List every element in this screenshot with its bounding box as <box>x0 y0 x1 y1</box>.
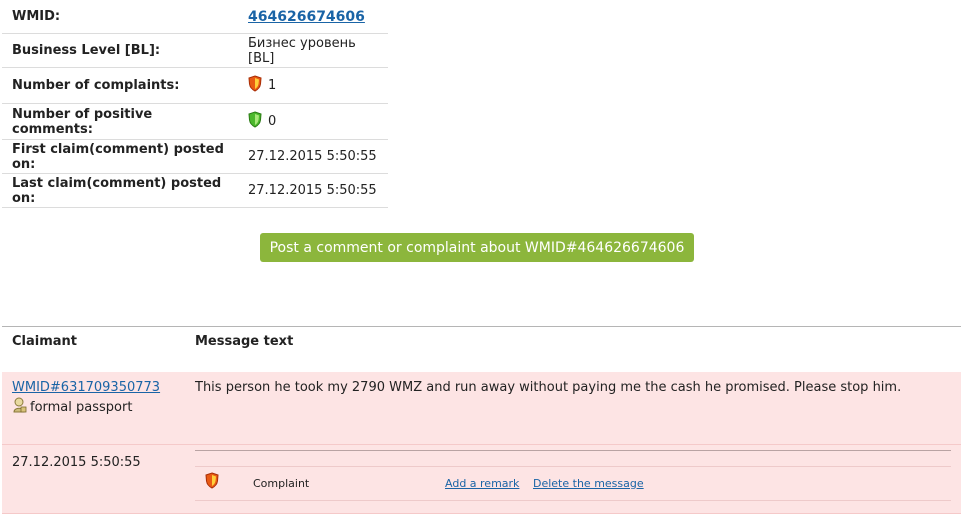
first-label: First claim(comment) posted on: <box>2 139 238 174</box>
message-text: This person he took my 2790 WMZ and run … <box>195 380 902 395</box>
info-row-first: First claim(comment) posted on: 27.12.20… <box>2 139 388 174</box>
bl-value: Бизнес уровень [BL] <box>238 33 388 68</box>
post-comment-button[interactable]: Post a comment or complaint about WMID#4… <box>260 233 694 262</box>
meta-divider-bottom <box>195 500 951 501</box>
red-shield-icon <box>248 75 262 96</box>
info-row-positive: Number of positive comments: 0 <box>2 103 388 140</box>
claim-date: 27.12.2015 5:50:55 <box>12 455 141 470</box>
meta-divider-top <box>195 450 951 451</box>
claimant-header: Claimant <box>12 334 78 349</box>
claim-type-label: Complaint <box>253 477 310 490</box>
bl-label: Business Level [BL]: <box>2 33 238 68</box>
passport-info: formal passport <box>12 397 132 417</box>
complaints-label: Number of complaints: <box>2 67 238 104</box>
green-shield-icon <box>248 111 262 132</box>
first-value: 27.12.2015 5:50:55 <box>238 139 388 174</box>
positive-label: Number of positive comments: <box>2 103 238 140</box>
wmid-link[interactable]: 464626674606 <box>248 9 365 25</box>
positive-count: 0 <box>268 114 277 129</box>
info-row-wmid: WMID: 464626674606 <box>2 0 388 34</box>
last-label: Last claim(comment) posted on: <box>2 173 238 208</box>
info-row-last: Last claim(comment) posted on: 27.12.201… <box>2 173 388 208</box>
message-header: Message text <box>195 334 294 349</box>
passport-icon <box>12 397 27 417</box>
info-row-bl: Business Level [BL]: Бизнес уровень [BL] <box>2 33 388 68</box>
claims-divider <box>2 326 961 327</box>
add-remark-link[interactable]: Add a remark <box>445 477 519 490</box>
delete-message-link[interactable]: Delete the message <box>533 477 644 490</box>
red-shield-icon <box>205 472 219 493</box>
claimant-wmid-link[interactable]: WMID#631709350773 <box>12 380 160 395</box>
wmid-label: WMID: <box>2 0 238 34</box>
meta-divider <box>195 466 951 467</box>
last-value: 27.12.2015 5:50:55 <box>238 173 388 208</box>
passport-label: formal passport <box>30 399 133 415</box>
wmid-info-table: WMID: 464626674606 Business Level [BL]: … <box>2 0 388 208</box>
complaints-count: 1 <box>268 78 277 93</box>
info-row-complaints: Number of complaints: 1 <box>2 67 388 104</box>
